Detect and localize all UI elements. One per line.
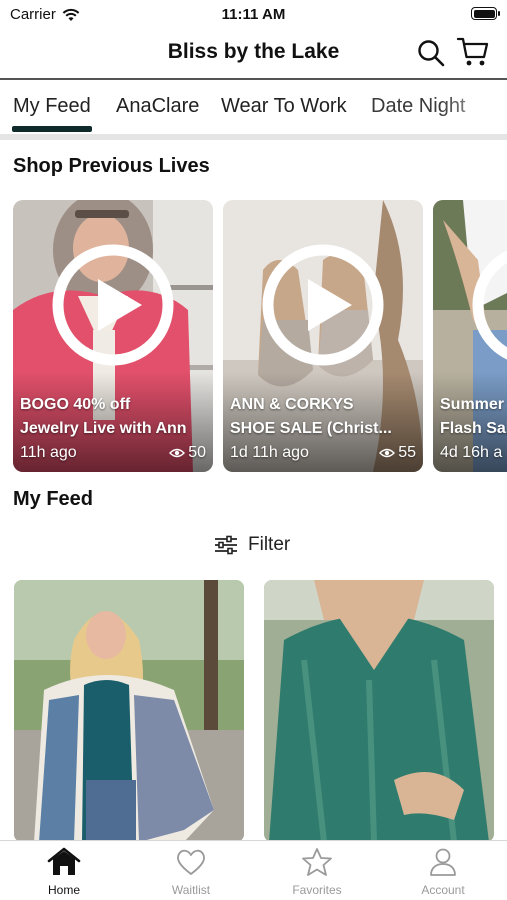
eye-icon: [169, 448, 186, 458]
live-time-ago: 4d 16h a: [440, 444, 503, 461]
live-card[interactable]: ANN & CORKYS SHOE SALE (Christ... 1d 11h…: [223, 200, 423, 472]
status-bar: Carrier 11:11 AM: [0, 0, 507, 28]
view-count: 55: [379, 444, 416, 462]
home-icon: [47, 847, 81, 875]
live-time-ago: 1d 11h ago: [230, 444, 309, 461]
battery-icon: [471, 7, 500, 20]
previous-lives-title: Shop Previous Lives: [13, 155, 210, 177]
heart-icon: [177, 849, 205, 875]
live-time-ago: 11h ago: [20, 444, 77, 461]
cart-icon[interactable]: [456, 36, 490, 68]
view-count-value: 50: [188, 444, 206, 461]
tabs-divider: [0, 134, 507, 140]
tab-wear-to-work[interactable]: Wear To Work: [221, 95, 347, 118]
live-card[interactable]: BOGO 40% off Jewelry Live with Ann 11h a…: [13, 200, 213, 472]
tabbar-label: Waitlist: [171, 883, 211, 897]
eye-icon: [379, 448, 396, 458]
tabbar-label: Account: [421, 883, 465, 897]
tabs-fade: [440, 82, 507, 126]
app-header: Bliss by the Lake: [0, 30, 507, 76]
product-image: [14, 580, 244, 842]
tabbar-account[interactable]: Account: [393, 847, 493, 897]
live-title-line1: Summer: [440, 396, 505, 413]
product-image: [264, 580, 494, 842]
filter-button[interactable]: Filter: [214, 534, 290, 556]
sliders-icon: [215, 535, 237, 555]
live-card[interactable]: Summer Flash Sal 4d 16h a: [433, 200, 507, 472]
person-icon: [430, 848, 456, 876]
live-title-line2: Jewelry Live with Ann: [20, 420, 187, 437]
status-time: 11:11 AM: [221, 6, 286, 23]
tab-my-feed[interactable]: My Feed: [13, 95, 91, 118]
view-count: 50: [169, 444, 206, 462]
active-tab-indicator: [12, 126, 92, 132]
live-title-line1: ANN & CORKYS: [230, 396, 354, 413]
play-icon[interactable]: [261, 243, 385, 367]
tabbar-home[interactable]: Home: [14, 847, 114, 897]
star-icon: [302, 848, 332, 876]
filter-label: Filter: [248, 534, 291, 555]
tabbar-waitlist[interactable]: Waitlist: [141, 847, 241, 897]
search-icon[interactable]: [416, 38, 446, 68]
category-tabs: My Feed AnaClare Wear To Work Date Night: [0, 82, 507, 136]
feed-title: My Feed: [13, 488, 94, 510]
tab-anaclare[interactable]: AnaClare: [116, 95, 199, 118]
play-icon[interactable]: [51, 243, 175, 367]
previous-lives-carousel[interactable]: BOGO 40% off Jewelry Live with Ann 11h a…: [0, 200, 507, 472]
play-icon[interactable]: [471, 243, 507, 367]
live-title-line2: SHOE SALE (Christ...: [230, 420, 392, 437]
tabbar-favorites[interactable]: Favorites: [267, 847, 367, 897]
view-count-value: 55: [398, 444, 416, 461]
product-card[interactable]: [264, 580, 494, 842]
tabbar-label: Favorites: [292, 883, 342, 897]
product-card[interactable]: [14, 580, 244, 842]
live-title-line2: Flash Sal: [440, 420, 507, 437]
header-divider: [0, 78, 507, 80]
bottom-tab-bar: Home Waitlist Favorites Account: [0, 840, 507, 900]
live-title-line1: BOGO 40% off: [20, 396, 131, 413]
tabbar-label: Home: [47, 883, 80, 897]
